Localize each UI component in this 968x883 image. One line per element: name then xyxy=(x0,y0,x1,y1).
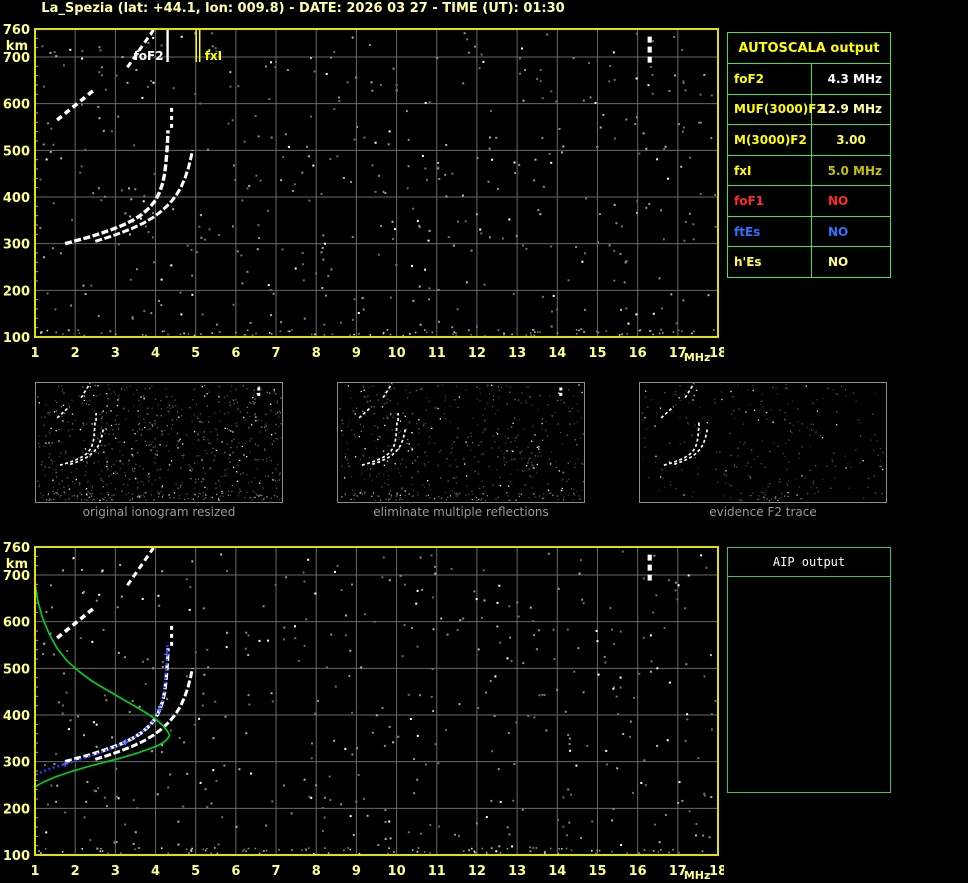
svg-text:7: 7 xyxy=(272,864,281,879)
autoscala-param-label: MUF(3000)F2 xyxy=(728,94,825,125)
autoscala-row-muf3000f2: MUF(3000)F2 12.9 MHz xyxy=(728,94,890,126)
svg-text:fxI: fxI xyxy=(205,49,222,63)
svg-text:6: 6 xyxy=(231,864,240,879)
autoscala-param-value: 4.3 MHz xyxy=(827,71,882,86)
svg-text:7: 7 xyxy=(272,346,281,361)
autoscala-param-value: 12.9 MHz xyxy=(819,102,882,117)
svg-text:10: 10 xyxy=(388,346,406,361)
autoscala-table-body: foF2 4.3 MHz MUF(3000)F2 12.9 MHz M(3000)F2 3… xyxy=(728,64,890,278)
svg-text:11: 11 xyxy=(428,346,446,361)
autoscala-param-label: h'Es xyxy=(728,247,812,278)
autoscala-param-label: foF2 xyxy=(728,64,812,94)
svg-text:9: 9 xyxy=(352,346,361,361)
autoscala-param-value: NO xyxy=(828,255,849,270)
svg-text:11: 11 xyxy=(428,864,446,879)
svg-text:16: 16 xyxy=(629,864,647,879)
svg-text:10: 10 xyxy=(388,864,406,879)
autoscala-param-value: NO xyxy=(828,194,849,209)
svg-text:9: 9 xyxy=(352,864,361,879)
autoscala-row-fxi: fxI 5.0 MHz xyxy=(728,155,890,187)
svg-text:15: 15 xyxy=(588,346,606,361)
aip-table-title: AIP output xyxy=(728,548,890,577)
svg-text:100: 100 xyxy=(3,331,30,346)
svg-text:500: 500 xyxy=(3,144,30,159)
bottom-ionogram-chart: 1 2 3 4 5 6 7 8 9 10 11 12 13 14 15 16 17 18MHz7607006005… xyxy=(0,538,724,883)
svg-text:8: 8 xyxy=(312,346,321,361)
svg-text:MHz: MHz xyxy=(684,869,711,882)
aip-table-body xyxy=(728,577,890,581)
svg-text:12: 12 xyxy=(468,864,486,879)
svg-text:500: 500 xyxy=(3,662,30,677)
top-ionogram-chart: foF2 fxI1 2 3 4 5 6 7 8 9 10 11 12 13 14 15 16 17 18MHz760… xyxy=(0,20,724,365)
svg-text:13: 13 xyxy=(508,346,526,361)
svg-text:100: 100 xyxy=(3,849,30,864)
aip-output-table: AIP output xyxy=(727,547,891,793)
svg-text:13: 13 xyxy=(508,864,526,879)
svg-text:1: 1 xyxy=(30,346,39,361)
autoscala-row-fof2: foF2 4.3 MHz xyxy=(728,64,890,95)
svg-text:300: 300 xyxy=(3,756,30,771)
svg-text:15: 15 xyxy=(588,864,606,879)
svg-text:12: 12 xyxy=(468,346,486,361)
svg-text:km: km xyxy=(6,39,28,54)
svg-text:6: 6 xyxy=(231,346,240,361)
thumbnail-evidence-f2-trace xyxy=(639,382,887,503)
autoscala-param-label: foF1 xyxy=(728,186,812,216)
thumbnail-eliminate-reflections xyxy=(337,382,585,503)
svg-text:foF2: foF2 xyxy=(134,49,164,63)
autoscala-param-label: ftEs xyxy=(728,216,812,247)
svg-text:400: 400 xyxy=(3,709,30,724)
autoscala-app-screen: La_Spezia (lat: +44.1, lon: 009.8) - DAT… xyxy=(0,0,968,883)
autoscala-param-label: fxI xyxy=(728,155,812,186)
svg-text:4: 4 xyxy=(151,346,160,361)
autoscala-row-m3000f2: M(3000)F2 3.00 xyxy=(728,125,890,156)
autoscala-row-ftes: ftEs NO xyxy=(728,216,890,248)
autoscala-row-hes: h'Es NO xyxy=(728,247,890,278)
svg-text:14: 14 xyxy=(548,346,566,361)
svg-text:16: 16 xyxy=(629,346,647,361)
autoscala-param-value: NO xyxy=(828,224,849,239)
thumbnail-caption-evidence: evidence F2 trace xyxy=(709,505,817,519)
svg-text:18: 18 xyxy=(709,864,724,879)
autoscala-param-value: 5.0 MHz xyxy=(827,163,882,178)
autoscala-table-title: AUTOSCALA output xyxy=(728,33,890,64)
thumbnail-caption-original: original ionogram resized xyxy=(82,505,236,519)
svg-text:3: 3 xyxy=(111,864,120,879)
svg-text:400: 400 xyxy=(3,191,30,206)
svg-text:1: 1 xyxy=(30,864,39,879)
autoscala-row-fof1: foF1 NO xyxy=(728,186,890,217)
page-title: La_Spezia (lat: +44.1, lon: 009.8) - DAT… xyxy=(41,1,565,16)
svg-text:760: 760 xyxy=(3,541,30,556)
svg-text:200: 200 xyxy=(3,802,30,817)
thumbnail-original-ionogram xyxy=(35,382,283,503)
svg-text:km: km xyxy=(6,557,28,572)
thumbnail-caption-eliminate: eliminate multiple reflections xyxy=(373,505,549,519)
svg-text:5: 5 xyxy=(191,346,200,361)
svg-text:14: 14 xyxy=(548,864,566,879)
svg-text:760: 760 xyxy=(3,23,30,38)
svg-text:18: 18 xyxy=(709,346,724,361)
svg-text:4: 4 xyxy=(151,864,160,879)
svg-text:2: 2 xyxy=(71,864,80,879)
svg-text:600: 600 xyxy=(3,98,30,113)
svg-text:200: 200 xyxy=(3,284,30,299)
svg-text:300: 300 xyxy=(3,238,30,253)
autoscala-output-table: AUTOSCALA output foF2 4.3 MHz MUF(3000)F2 1… xyxy=(727,32,891,278)
svg-text:600: 600 xyxy=(3,616,30,631)
svg-text:2: 2 xyxy=(71,346,80,361)
svg-text:8: 8 xyxy=(312,864,321,879)
autoscala-param-value: 3.00 xyxy=(836,132,866,147)
autoscala-param-label: M(3000)F2 xyxy=(728,125,812,155)
svg-text:5: 5 xyxy=(191,864,200,879)
svg-text:3: 3 xyxy=(111,346,120,361)
svg-text:MHz: MHz xyxy=(684,351,711,364)
